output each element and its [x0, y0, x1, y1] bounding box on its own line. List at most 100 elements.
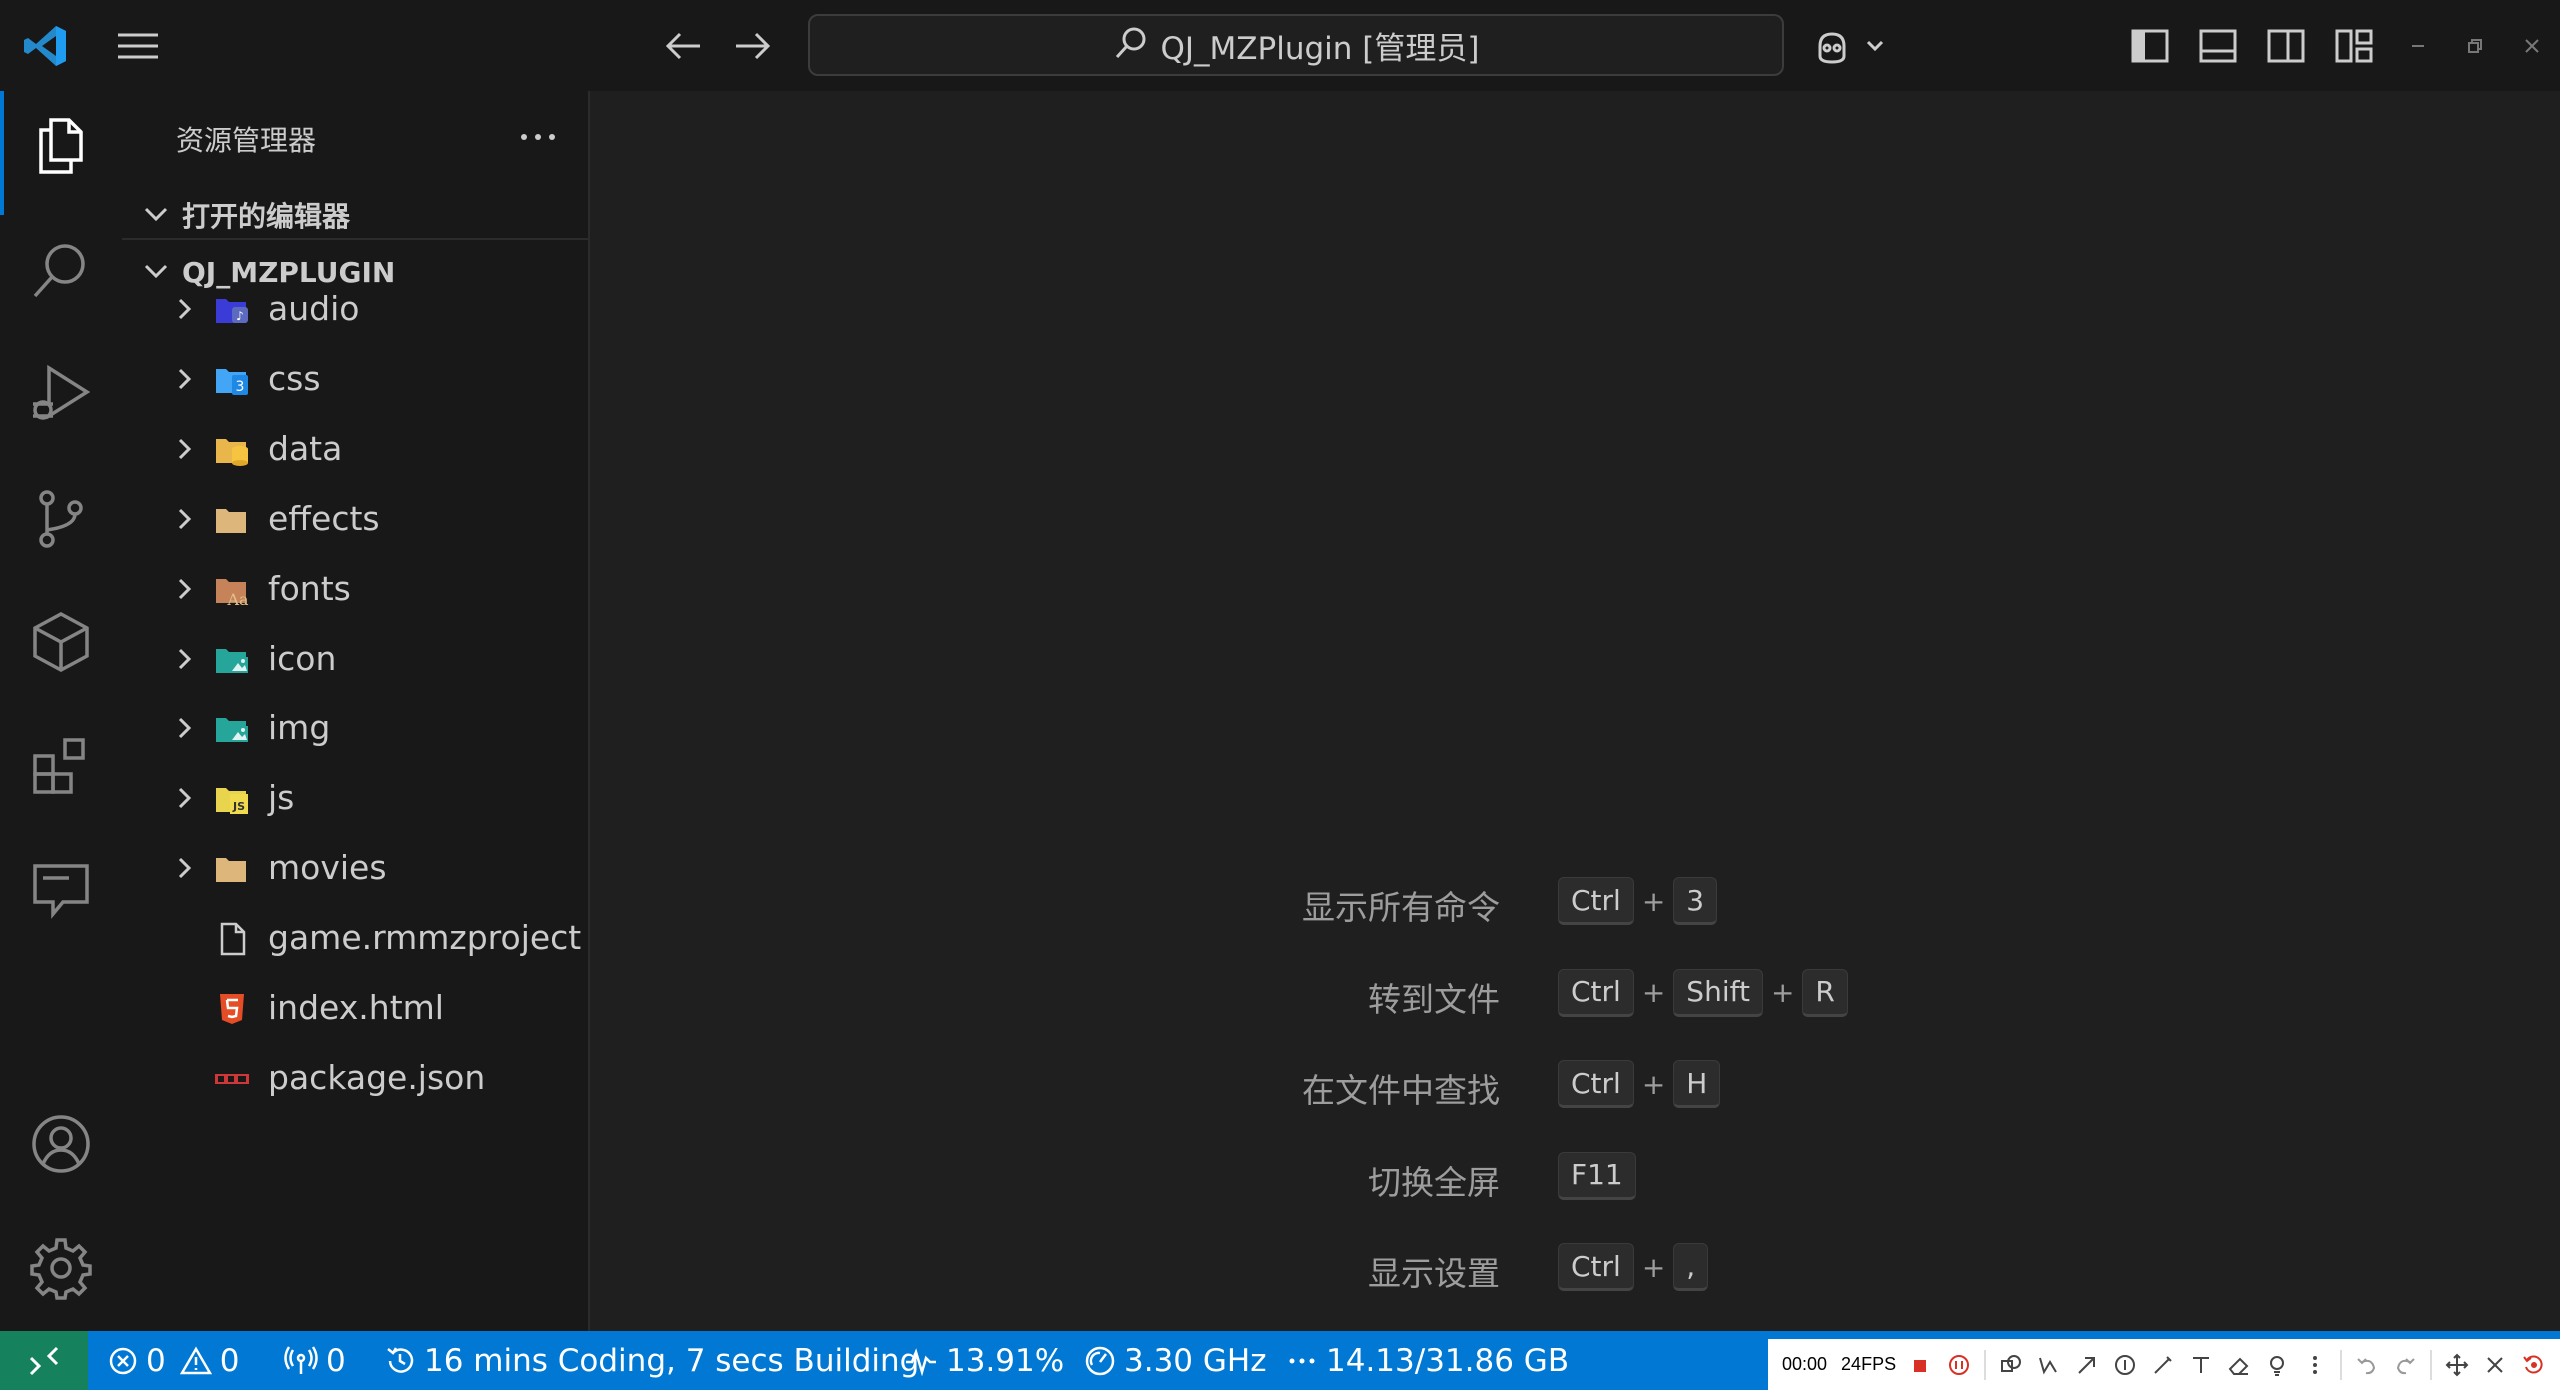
close-icon[interactable]: [2510, 24, 2554, 68]
audio-folder-icon: ♪: [214, 293, 250, 327]
tree-item-label: data: [268, 428, 343, 468]
more-actions-icon[interactable]: [512, 117, 564, 157]
extensions-icon[interactable]: [0, 711, 122, 821]
svg-text:3: 3: [236, 379, 245, 395]
tree-folder-audio[interactable]: ♪ audio: [122, 281, 590, 338]
shortcut-hint-row: 显示所有命令 Ctrl +3: [590, 875, 2560, 927]
tree-file-index-html[interactable]: index.html: [122, 980, 590, 1037]
keycap: R: [1802, 968, 1848, 1017]
copilot-icon[interactable]: [1814, 24, 1894, 68]
svg-text:JS: JS: [232, 800, 245, 813]
source-control-icon[interactable]: [0, 463, 122, 573]
restore-icon[interactable]: [2452, 24, 2496, 68]
toggle-panel-icon[interactable]: [2196, 24, 2240, 68]
screen-recorder-toolbar: 00:00 24FPS: [1768, 1339, 2560, 1390]
tree-folder-css[interactable]: 3 css: [122, 351, 590, 408]
recorder-fps: 24FPS: [1841, 1354, 1897, 1374]
remote-indicator[interactable]: [0, 1331, 88, 1390]
warning-count: 0: [219, 1342, 240, 1379]
tree-folder-fonts[interactable]: Aa fonts: [122, 561, 590, 618]
toggle-primary-sidebar-icon[interactable]: [2128, 24, 2172, 68]
eraser-tool-icon[interactable]: [2226, 1352, 2252, 1378]
chevron-right-icon: [170, 295, 198, 323]
tree-file-game-rmmzproject[interactable]: game.rmmzproject: [122, 910, 590, 967]
dashboard-icon: [1085, 1346, 1115, 1375]
tree-folder-effects[interactable]: effects: [122, 491, 590, 548]
menu-icon[interactable]: [116, 28, 160, 64]
tree-file-package-json[interactable]: package.json: [122, 1050, 590, 1107]
pulse-icon: [906, 1347, 936, 1376]
folder-icon: [214, 503, 250, 537]
plus-sign: +: [1641, 884, 1666, 918]
back-arrow-icon[interactable]: [660, 26, 708, 66]
toggle-secondary-sidebar-icon[interactable]: [2264, 24, 2308, 68]
keycap: Ctrl: [1558, 877, 1634, 925]
redo-icon[interactable]: [2392, 1352, 2418, 1378]
npm-icon: [214, 1062, 250, 1096]
pause-icon[interactable]: [1946, 1352, 1972, 1378]
tree-folder-icon[interactable]: icon: [122, 631, 590, 688]
settings-gear-icon[interactable]: [0, 1213, 122, 1323]
problems-indicator[interactable]: 0 0: [108, 1331, 239, 1390]
chevron-right-icon: [170, 714, 198, 742]
tree-item-label: img: [268, 708, 331, 748]
discard-record-icon[interactable]: [2520, 1352, 2546, 1378]
cpu-indicator[interactable]: 13.91%: [904, 1331, 1064, 1390]
css-folder-icon: 3: [214, 363, 250, 397]
command-center-search[interactable]: QJ_MZPlugin [管理员]: [808, 14, 1784, 76]
database-folder-icon: [214, 433, 250, 467]
cpu-usage: 13.91%: [946, 1342, 1065, 1379]
forward-arrow-icon[interactable]: [728, 26, 776, 66]
wakatime-indicator[interactable]: 16 mins Coding, 7 secs Building: [384, 1331, 919, 1390]
stop-record-icon[interactable]: [1908, 1352, 1934, 1378]
chevron-down-icon: [132, 187, 182, 243]
chevron-right-icon: [170, 645, 198, 673]
tree-folder-movies[interactable]: movies: [122, 840, 590, 897]
plus-sign: +: [1641, 976, 1666, 1009]
tree-folder-data[interactable]: data: [122, 421, 590, 478]
run-debug-icon[interactable]: [0, 339, 122, 449]
customize-layout-icon[interactable]: [2332, 24, 2376, 68]
text-tool-icon[interactable]: [2188, 1352, 2214, 1378]
shape-icon[interactable]: [1998, 1352, 2024, 1378]
tree-item-label: icon: [268, 638, 337, 678]
chevron-right-icon: [170, 784, 198, 812]
title-bar: QJ_MZPlugin [管理员]: [0, 0, 2560, 91]
close-recorder-icon[interactable]: [2482, 1352, 2508, 1378]
comments-icon[interactable]: [0, 835, 122, 945]
tree-item-label: effects: [268, 498, 380, 538]
tree-folder-js[interactable]: JS js: [122, 770, 590, 827]
shortcut-label: 显示设置: [1368, 1254, 1500, 1293]
line-tool-icon[interactable]: [2036, 1352, 2062, 1378]
memory-usage: 14.13/31.86 GB: [1326, 1342, 1570, 1379]
arrow-tool-icon[interactable]: [2074, 1352, 2100, 1378]
ports-indicator[interactable]: 0: [284, 1331, 346, 1390]
sidebar-title: 资源管理器: [176, 124, 317, 157]
number-tool-icon[interactable]: [2112, 1352, 2138, 1378]
keycap: ,: [1673, 1243, 1709, 1291]
memory-indicator[interactable]: 14.13/31.86 GB: [1286, 1331, 1569, 1390]
shortcut-hint-row: 显示设置 Ctrl +,: [590, 1241, 2560, 1293]
frequency-indicator[interactable]: 3.30 GHz: [1084, 1331, 1266, 1390]
search-view-icon[interactable]: [0, 215, 122, 325]
remote-explorer-icon[interactable]: [0, 587, 122, 697]
chevron-right-icon: [170, 854, 198, 882]
shortcut-hint-row: 切换全屏 F11: [590, 1150, 2560, 1202]
minimize-icon[interactable]: [2396, 24, 2440, 68]
tree-folder-img[interactable]: img: [122, 700, 590, 757]
move-icon[interactable]: [2444, 1352, 2470, 1378]
shortcut-hint-row: 转到文件 Ctrl + Shift + R: [590, 967, 2560, 1019]
account-icon[interactable]: [0, 1089, 122, 1199]
spotlight-icon[interactable]: [2264, 1352, 2290, 1378]
open-editors-section[interactable]: 打开的编辑器: [122, 187, 590, 243]
tree-item-label: fonts: [268, 568, 351, 608]
chevron-right-icon: [170, 365, 198, 393]
undo-icon[interactable]: [2354, 1352, 2380, 1378]
svg-text:Aa: Aa: [226, 590, 249, 607]
plus-sign: +: [1770, 976, 1795, 1009]
vscode-logo-icon: [22, 22, 70, 70]
divider: [1984, 1349, 1987, 1380]
more-icon[interactable]: [2302, 1352, 2328, 1378]
explorer-icon[interactable]: [0, 91, 122, 215]
pen-tool-icon[interactable]: [2150, 1352, 2176, 1378]
